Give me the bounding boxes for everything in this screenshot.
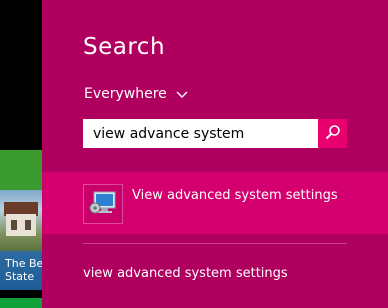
tile-image-window — [25, 220, 31, 230]
tile-image-window — [11, 220, 17, 230]
search-suggestion[interactable]: view advanced system settings — [83, 266, 288, 281]
search-button[interactable] — [318, 119, 347, 148]
search-result-app[interactable]: View advanced system settings — [42, 172, 388, 234]
search-input[interactable] — [83, 119, 318, 148]
search-title: Search — [83, 34, 166, 60]
search-pane: Search Everywhere view advance system Vi… — [42, 0, 388, 308]
results-divider — [83, 243, 347, 244]
search-scope-label: Everywhere — [84, 86, 167, 102]
search-box — [83, 119, 347, 148]
start-tile-bar[interactable] — [0, 298, 42, 308]
chevron-down-icon — [176, 88, 188, 100]
search-result-app-label: View advanced system settings — [132, 188, 338, 203]
system-properties-icon — [83, 184, 123, 224]
search-scope-dropdown[interactable]: Everywhere — [84, 86, 188, 102]
search-icon — [325, 124, 341, 144]
start-tile[interactable] — [0, 150, 42, 190]
tile-caption: The Be State — [5, 257, 44, 283]
start-screen-strip: The Be State — [0, 0, 44, 308]
